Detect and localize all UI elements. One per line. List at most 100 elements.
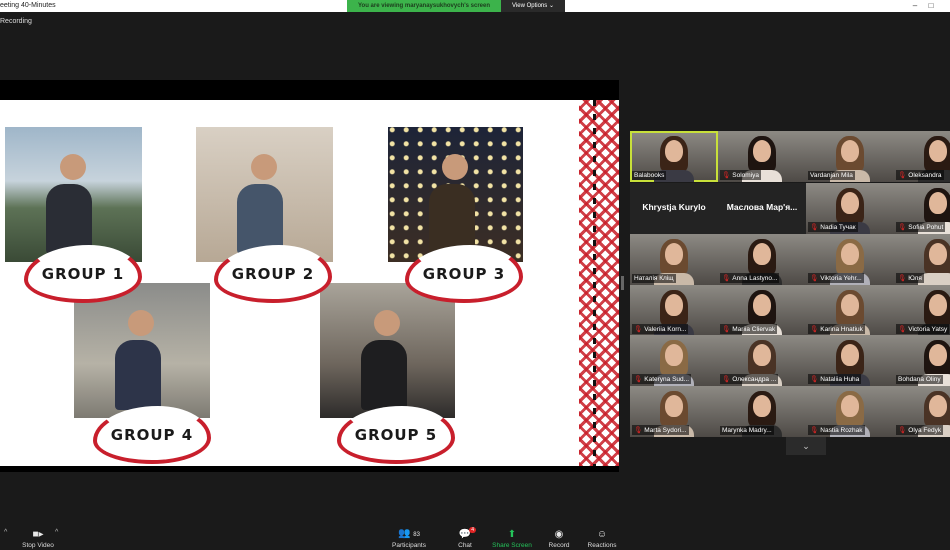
minimize-button[interactable]: – xyxy=(908,0,922,12)
participant-tile[interactable]: 🎙 Nastia Rozhak xyxy=(806,386,894,437)
participants-button[interactable]: 👥 83 Participants xyxy=(390,529,428,550)
participant-name: 🎙 Valeriia Korn... xyxy=(632,324,689,334)
participant-tile[interactable]: 🎙 Kateryna Sud... xyxy=(630,335,718,386)
record-icon: ◉ xyxy=(554,529,564,540)
participant-name: 🎙 Nadia Tyчак xyxy=(808,222,858,232)
participant-name: 🎙 Юля xyxy=(896,273,924,283)
participant-tile[interactable]: 🎙 Solomiya xyxy=(718,131,806,182)
participant-tile[interactable]: 🎙 Anna Lastyno... xyxy=(718,234,806,285)
participant-tile[interactable]: Balabooks xyxy=(630,131,718,182)
participant-name-text: Victoria Yatsy xyxy=(908,326,948,333)
participant-tile[interactable]: 🎙 Олександра ... xyxy=(718,335,806,386)
participant-name: Balabooks xyxy=(632,171,667,180)
participant-tile[interactable]: 🎙 Valeriia Korn... xyxy=(630,285,718,336)
participant-name: 🎙 Marta Sydori... xyxy=(632,425,689,435)
muted-mic-icon: 🎙 xyxy=(898,172,907,179)
audio-options-caret[interactable]: ^ xyxy=(4,529,7,536)
participant-tile[interactable]: 🎙 Oleksandra xyxy=(894,131,950,182)
participant-name: 🎙 Mariia Cliervak xyxy=(720,324,778,334)
zoom-meeting-window: eeting 40-Minutes You are viewing maryan… xyxy=(0,0,950,550)
share-screen-button[interactable]: ⬆ Share Screen xyxy=(492,530,532,550)
participant-face xyxy=(929,243,947,265)
chat-button[interactable]: 💬 4 Chat xyxy=(452,527,478,549)
participant-face xyxy=(929,294,947,316)
muted-mic-icon: 🎙 xyxy=(898,326,907,333)
record-button[interactable]: ◉ Record xyxy=(546,529,572,550)
participant-tile[interactable]: 🎙 Mariia Cliervak xyxy=(718,285,806,336)
muted-mic-icon: 🎙 xyxy=(898,224,907,231)
maximize-button[interactable]: □ xyxy=(924,0,938,12)
participant-face xyxy=(841,294,859,316)
stop-video-label: Stop Video xyxy=(22,542,54,549)
panel-resize-handle[interactable] xyxy=(621,276,624,290)
gallery-next-page-button[interactable]: ⌄ xyxy=(786,437,826,455)
share-screen-label: Share Screen xyxy=(492,542,532,549)
participants-count: 83 xyxy=(413,532,420,538)
participant-name-text: Наталія Кліщ xyxy=(634,275,674,282)
participant-tile[interactable]: Наталія Кліщ xyxy=(630,234,718,285)
chevron-down-icon: ⌄ xyxy=(802,441,810,451)
participant-face xyxy=(929,395,947,417)
participant-name: 🎙 Olya Fedyk xyxy=(896,425,944,435)
participant-name-text: Mariia Cliervak xyxy=(732,326,776,333)
participant-tile[interactable]: 🎙 Viktoria Yehr... xyxy=(806,234,894,285)
participant-face xyxy=(665,344,683,366)
group-2-text: GROUP 2 xyxy=(231,265,315,283)
view-options-button[interactable]: View Options ⌄ xyxy=(501,0,565,12)
video-options-caret[interactable]: ^ xyxy=(55,529,58,536)
participant-face xyxy=(841,344,859,366)
participant-tile[interactable]: 🎙 Юля xyxy=(894,234,950,285)
video-camera-icon: ■▸ xyxy=(32,529,44,540)
participant-tile[interactable]: Vardanjan Mila xyxy=(806,131,894,182)
participant-tile[interactable]: 🎙 Sofiia Pohut xyxy=(894,183,950,234)
participant-face xyxy=(841,192,859,214)
participant-name-text: Nadia Tyчак xyxy=(820,224,856,231)
stop-video-button[interactable]: ■▸ Stop Video xyxy=(20,529,56,550)
participant-tile[interactable]: 🎙 Victoria Yatsy xyxy=(894,285,950,336)
participant-face xyxy=(753,243,771,265)
participant-tile[interactable]: 🎙 Karina Hnatiuk xyxy=(806,285,894,336)
group-3-photo xyxy=(388,127,523,262)
reactions-button[interactable]: ☺ Reactions xyxy=(586,530,618,550)
participant-face xyxy=(841,395,859,417)
participant-name-text: Anna Lastyno... xyxy=(732,275,778,282)
muted-mic-icon: 🎙 xyxy=(722,172,731,179)
participant-face xyxy=(665,140,683,162)
embroidery-border xyxy=(579,100,619,466)
muted-mic-icon: 🎙 xyxy=(810,326,819,333)
participant-name: 🎙 Victoria Yatsy xyxy=(896,324,950,334)
view-options-label: View Options xyxy=(512,3,548,9)
participant-tile[interactable]: 🎙 Nadia Tyчак xyxy=(806,183,894,234)
participant-tile[interactable]: Marynka Madry... xyxy=(718,386,806,437)
participant-name: 🎙 Viktoria Yehr... xyxy=(808,273,864,283)
participant-tile[interactable]: 🎙 Olya Fedyk xyxy=(894,386,950,437)
muted-mic-icon: 🎙 xyxy=(722,275,731,282)
recording-indicator: Recording xyxy=(0,18,32,25)
muted-mic-icon: 🎙 xyxy=(898,427,907,434)
participant-name-text: Karina Hnatiuk xyxy=(820,326,863,333)
participant-name-text: Marynka Madry... xyxy=(722,427,772,434)
participant-name-large: Маслова Мар'я... xyxy=(726,202,798,212)
group-2-photo xyxy=(196,127,333,262)
group-5-photo xyxy=(320,283,455,418)
participant-tile[interactable]: Bohdana Oliny xyxy=(894,335,950,386)
participants-label: Participants xyxy=(392,542,426,549)
participant-face xyxy=(841,140,859,162)
participant-name: 🎙 Олександра ... xyxy=(720,374,779,384)
group-4-text: GROUP 4 xyxy=(110,426,194,444)
participant-tile[interactable]: Маслова Мар'я... xyxy=(718,183,806,234)
participant-tile[interactable]: Khrystja Kurylo xyxy=(630,183,718,234)
participant-name: Vardanjan Mila xyxy=(808,171,855,180)
participant-name-text: Balabooks xyxy=(634,172,665,179)
shared-slide: GROUP 1 GROUP 2 GROUP 3 GROUP 4 GROUP 5 xyxy=(0,100,619,466)
group-5-text: GROUP 5 xyxy=(354,426,438,444)
participant-name: 🎙 Nataliia Huha xyxy=(808,374,862,384)
participant-face xyxy=(665,243,683,265)
group-1-photo xyxy=(5,127,142,262)
participant-name-text: Viktoria Yehr... xyxy=(820,275,862,282)
participant-tile[interactable]: 🎙 Marta Sydori... xyxy=(630,386,718,437)
participant-name-text: Nastia Rozhak xyxy=(820,427,863,434)
participant-tile[interactable]: 🎙 Nataliia Huha xyxy=(806,335,894,386)
participant-name-text: Valeriia Korn... xyxy=(644,326,687,333)
participant-name-text: Kateryna Sud... xyxy=(644,376,690,383)
